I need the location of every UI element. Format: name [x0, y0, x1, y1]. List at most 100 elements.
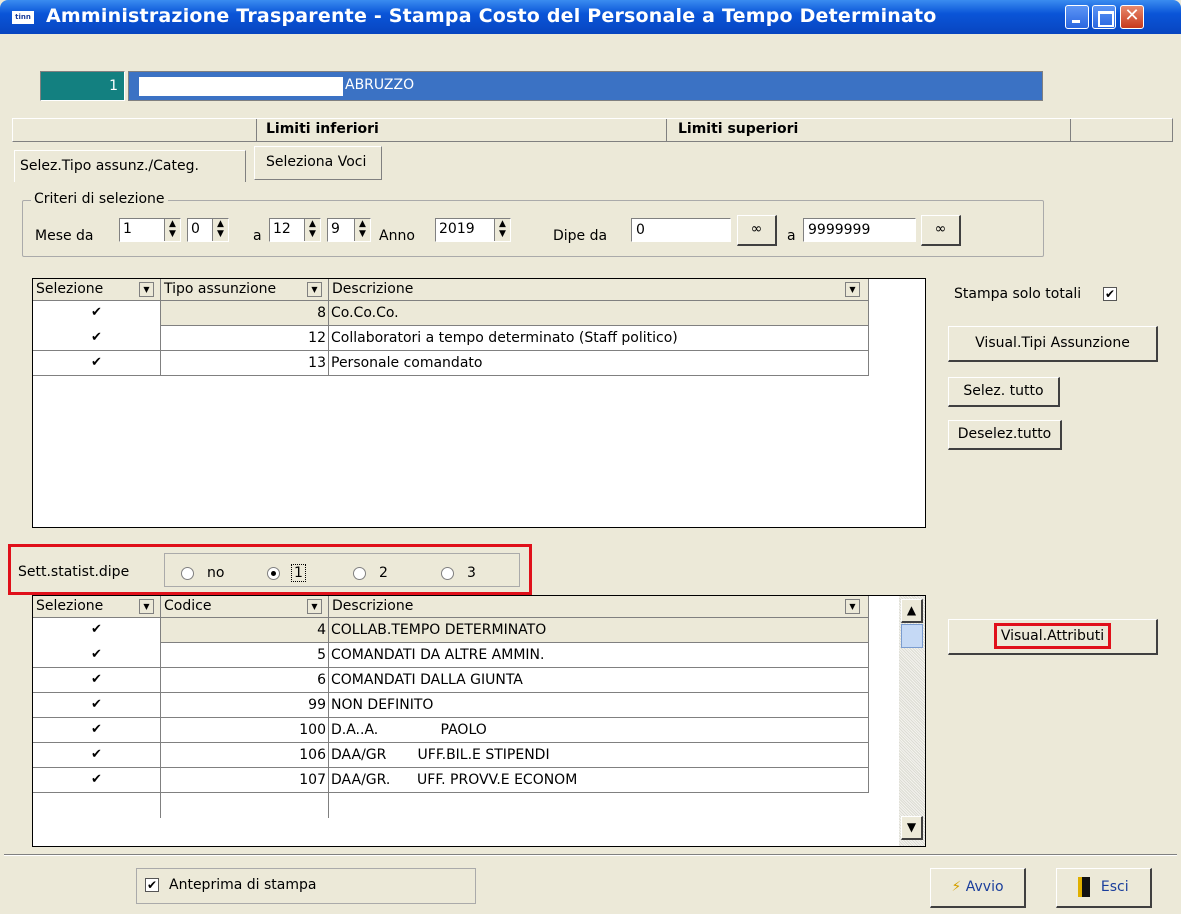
tipo-assunzione-grid[interactable]: Selezione ▼ Tipo assunzione ▼ Descrizione ▼… — [32, 278, 926, 528]
row-desc: COLLAB.TEMPO DETERMINATO — [329, 618, 869, 643]
anteprima-checkbox[interactable]: ✔ — [145, 878, 159, 892]
row-checkbox[interactable]: ✔ — [91, 673, 104, 687]
codice-grid[interactable]: Selezione ▼ Codice ▼ Descrizione ▼ ✔ 4 COLL… — [32, 595, 926, 847]
table-row[interactable]: ✔ 6 COMANDATI DALLA GIUNTA — [33, 668, 869, 693]
dropdown-arrow-icon[interactable]: ▼ — [139, 599, 154, 614]
deselez-tutto-button[interactable]: Deselez.tutto — [948, 420, 1062, 450]
row-checkbox[interactable]: ✔ — [91, 773, 104, 787]
grid2-header-descrizione[interactable]: Descrizione ▼ — [329, 596, 869, 618]
grid1-header-tipo[interactable]: Tipo assunzione ▼ — [161, 279, 329, 301]
radio-label: 3 — [467, 565, 476, 581]
mese-da-1-spinner[interactable]: 1 ▲ ▼ — [119, 218, 181, 242]
avvio-button[interactable]: ⚡ Avvio — [930, 868, 1026, 908]
table-row[interactable]: ✔ 106 DAA/GR UFF.BIL.E STIPENDI — [33, 743, 869, 768]
row-code: 12 — [161, 326, 329, 351]
anteprima-group: ✔ Anteprima di stampa — [136, 868, 476, 904]
spin-arrows-icon[interactable]: ▲ ▼ — [304, 219, 320, 241]
row-code: 99 — [161, 693, 329, 718]
header-label: Selezione — [36, 281, 104, 297]
maximize-button[interactable] — [1092, 5, 1116, 29]
row-checkbox[interactable]: ✔ — [91, 648, 104, 662]
header-label: Descrizione — [332, 598, 414, 614]
sett-radio-2[interactable] — [353, 567, 366, 580]
mese-a-2-spinner[interactable]: 9 ▲ ▼ — [327, 218, 371, 242]
selez-tutto-button[interactable]: Selez. tutto — [948, 377, 1060, 407]
table-row[interactable]: ✔ 100 D.A..A. PAOLO — [33, 718, 869, 743]
dipe-da-input[interactable]: 0 — [631, 218, 731, 242]
sett-radio-no[interactable] — [181, 567, 194, 580]
row-checkbox[interactable]: ✔ — [91, 723, 104, 737]
row-checkbox[interactable]: ✔ — [91, 698, 104, 712]
row-checkbox[interactable]: ✔ — [91, 356, 104, 370]
table-row[interactable]: ✔ 4 COLLAB.TEMPO DETERMINATO — [33, 618, 869, 643]
dipe-a-lookup-button[interactable]: ∞ — [921, 215, 961, 246]
dropdown-arrow-icon[interactable]: ▼ — [139, 282, 154, 297]
tab-label: Selez.Tipo assunz./Categ. — [20, 158, 199, 174]
spinner-value: 0 — [191, 221, 200, 237]
dipe-da-lookup-button[interactable]: ∞ — [737, 215, 777, 246]
dropdown-arrow-icon[interactable]: ▼ — [307, 282, 322, 297]
anno-label: Anno — [379, 228, 415, 244]
row-checkbox[interactable]: ✔ — [91, 623, 104, 637]
app-icon: tinn — [12, 11, 34, 24]
mese-a-1-spinner[interactable]: 12 ▲ ▼ — [269, 218, 321, 242]
title-bar[interactable]: tinn Amministrazione Trasparente - Stamp… — [0, 0, 1181, 34]
row-desc: COMANDATI DA ALTRE AMMIN. — [329, 643, 869, 668]
close-icon: ✕ — [1124, 5, 1140, 26]
header-label: Codice — [164, 598, 212, 614]
dropdown-arrow-icon[interactable]: ▼ — [845, 599, 860, 614]
spinner-value: 9 — [331, 221, 340, 237]
tab-seleziona-voci[interactable]: Seleziona Voci — [254, 146, 382, 180]
limits-lower-label: Limiti inferiori — [266, 121, 379, 137]
table-row[interactable]: ✔ 13 Personale comandato — [33, 351, 869, 376]
dipe-a-input[interactable]: 9999999 — [803, 218, 916, 242]
grid2-header-codice[interactable]: Codice ▼ — [161, 596, 329, 618]
table-row[interactable]: ✔ 8 Co.Co.Co. — [33, 301, 869, 326]
grid1-header-descrizione[interactable]: Descrizione ▼ — [329, 279, 869, 301]
dropdown-arrow-icon[interactable]: ▼ — [845, 282, 860, 297]
table-row[interactable]: ✔ 107 DAA/GR. UFF. PROVV.E ECONOM — [33, 768, 869, 793]
stampa-solo-totali-checkbox[interactable]: ✔ — [1103, 287, 1117, 301]
row-code: 6 — [161, 668, 329, 693]
row-code: 8 — [161, 301, 329, 326]
scroll-thumb[interactable] — [901, 624, 923, 648]
spinner-value: 2019 — [439, 221, 475, 237]
row-code: 13 — [161, 351, 329, 376]
tab-label: Seleziona Voci — [266, 154, 367, 170]
mese-da-2-spinner[interactable]: 0 ▲ ▼ — [187, 218, 229, 242]
grid2-header-selezione[interactable]: Selezione ▼ — [33, 596, 161, 618]
anno-spinner[interactable]: 2019 ▲ ▼ — [435, 218, 511, 242]
table-row[interactable]: ✔ 99 NON DEFINITO — [33, 693, 869, 718]
radio-label: 1 — [291, 564, 306, 582]
sett-radio-1[interactable] — [267, 567, 280, 580]
table-row[interactable]: ✔ 5 COMANDATI DA ALTRE AMMIN. — [33, 643, 869, 668]
limits-bar: Limiti inferiori Limiti superiori — [12, 118, 1173, 142]
spin-arrows-icon[interactable]: ▲ ▼ — [164, 219, 180, 241]
scroll-down-icon[interactable]: ▼ — [901, 816, 923, 840]
row-checkbox[interactable]: ✔ — [91, 748, 104, 762]
entity-name-bar[interactable]: ABRUZZO — [128, 71, 1043, 101]
visual-attributi-button[interactable]: Visual.Attributi — [948, 619, 1158, 655]
sett-radio-3[interactable] — [441, 567, 454, 580]
row-code: 107 — [161, 768, 329, 793]
dropdown-arrow-icon[interactable]: ▼ — [307, 599, 322, 614]
stampa-solo-totali-label: Stampa solo totali — [954, 286, 1082, 302]
grid2-scrollbar[interactable]: ▲ ▼ — [899, 596, 925, 846]
scroll-up-icon[interactable]: ▲ — [901, 599, 923, 623]
spin-arrows-icon[interactable]: ▲ ▼ — [212, 219, 228, 241]
esci-button[interactable]: Esci — [1056, 868, 1152, 908]
entity-code-field[interactable]: 1 — [40, 71, 125, 101]
grid1-header-selezione[interactable]: Selezione ▼ — [33, 279, 161, 301]
footer-separator — [4, 854, 1177, 856]
close-button[interactable]: ✕ — [1120, 5, 1144, 29]
table-row[interactable]: ✔ 12 Collaboratori a tempo determinato (… — [33, 326, 869, 351]
spin-arrows-icon[interactable]: ▲ ▼ — [354, 219, 370, 241]
tab-tipo-assunzione[interactable]: Selez.Tipo assunz./Categ. — [14, 150, 246, 182]
spin-arrows-icon[interactable]: ▲ ▼ — [494, 219, 510, 241]
row-checkbox[interactable]: ✔ — [91, 306, 104, 320]
row-checkbox[interactable]: ✔ — [91, 331, 104, 345]
minimize-button[interactable] — [1065, 5, 1089, 29]
esci-label: Esci — [1100, 879, 1129, 895]
limits-upper-label: Limiti superiori — [678, 121, 799, 137]
visual-tipi-assunzione-button[interactable]: Visual.Tipi Assunzione — [948, 326, 1158, 362]
